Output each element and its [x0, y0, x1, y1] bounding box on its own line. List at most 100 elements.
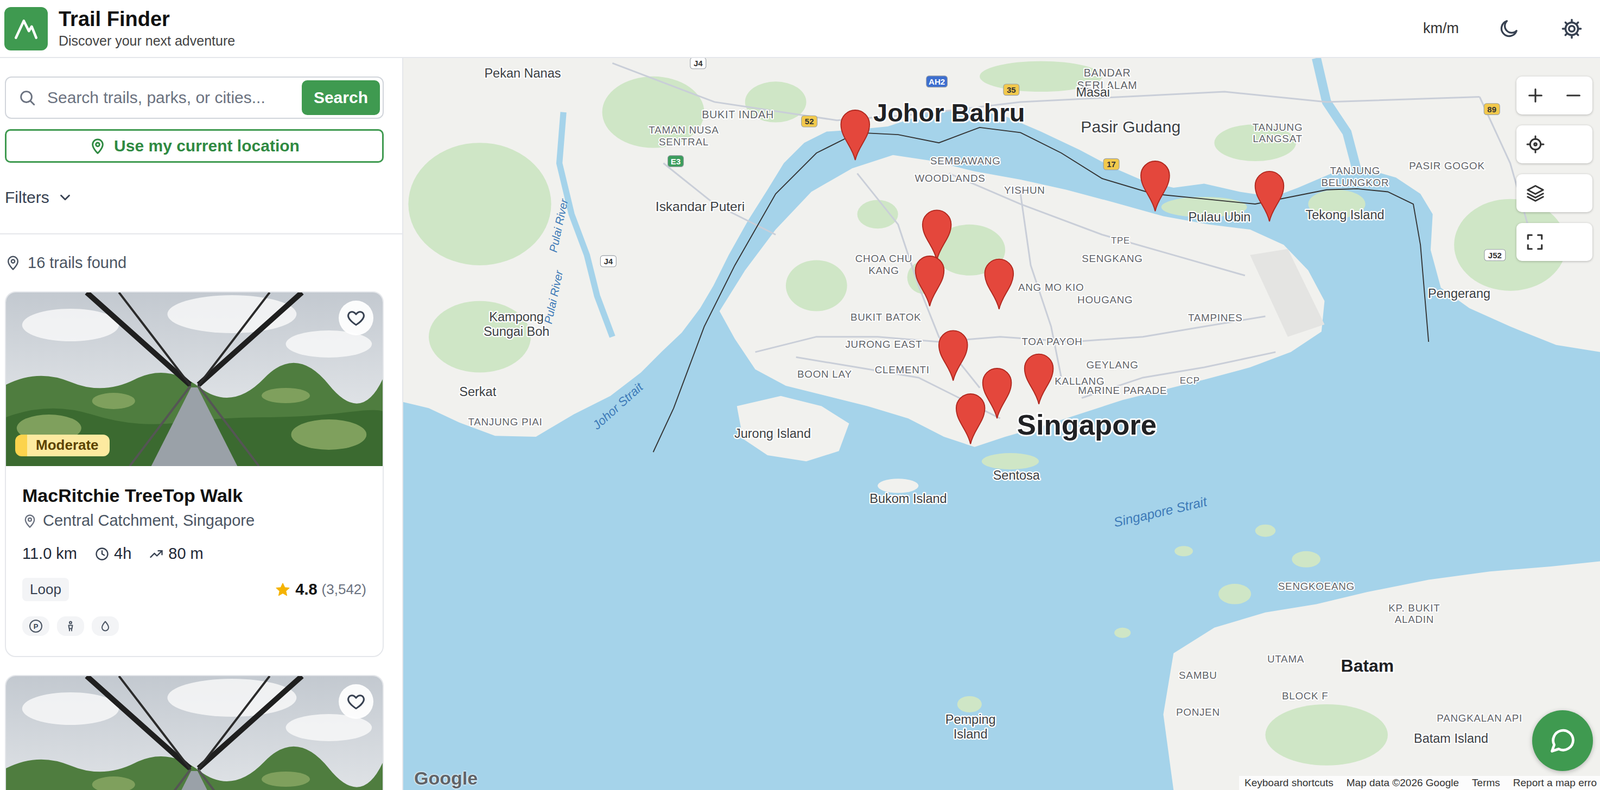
- map-label: YISHUN: [1004, 184, 1046, 196]
- settings-button[interactable]: [1556, 13, 1587, 44]
- map-label-line: Pasir Gudang: [1080, 117, 1181, 136]
- icon-part: [96, 142, 100, 147]
- attribution-link[interactable]: Report a map erro: [1513, 777, 1597, 790]
- map-canvas: AH235J452E3J41789J52Pekan NanasBUKIT IND…: [403, 58, 1600, 790]
- crosshair-icon: [1525, 134, 1546, 155]
- icon-part: [96, 548, 109, 560]
- cloud: [22, 692, 119, 726]
- plus-icon: [1526, 86, 1545, 105]
- map-label: PANGKALAN API: [1436, 712, 1523, 725]
- icon-part: [1552, 730, 1574, 752]
- map-label: Jurong Island: [734, 426, 811, 441]
- cloud: [22, 308, 119, 342]
- attribution-link[interactable]: Keyboard shortcuts: [1244, 777, 1334, 790]
- map-label: TANJUNG PIAI: [467, 416, 543, 428]
- map-label-line: CLEMENTI: [874, 364, 930, 376]
- road-shield-plate: [1483, 103, 1500, 116]
- map-pin[interactable]: [938, 330, 968, 381]
- icon-part: [1501, 20, 1517, 36]
- map-label: Pulai River: [546, 197, 570, 254]
- map-label: Sentosa: [993, 468, 1041, 483]
- map-road: [857, 173, 981, 389]
- layers-button[interactable]: [1516, 174, 1593, 213]
- trail-card[interactable]: ModerateMacRitchie TreeTop WalkCentral C…: [4, 291, 384, 658]
- map-label-line: Masai: [1075, 85, 1110, 100]
- map-pin[interactable]: [1140, 161, 1170, 212]
- trail-duration-value: 4h: [113, 544, 132, 563]
- trail-photo: Moderate: [5, 292, 383, 467]
- map-controls: [1516, 76, 1593, 262]
- map-road: [612, 62, 919, 120]
- map-park: [785, 260, 848, 312]
- map-label: CLEMENTI: [874, 364, 930, 376]
- trail-card[interactable]: [4, 675, 384, 790]
- minus-icon: [1564, 86, 1583, 105]
- location-button-label: Use my current location: [113, 136, 300, 156]
- map-label-line: Pulai River: [546, 197, 570, 254]
- favorite-button[interactable]: [338, 300, 374, 336]
- map-pin[interactable]: [982, 368, 1012, 419]
- app-logo[interactable]: [4, 7, 48, 51]
- search-input[interactable]: [46, 87, 292, 108]
- trail-type-tag: Loop: [22, 578, 69, 602]
- zoom-in-button[interactable]: [1516, 76, 1555, 115]
- map-label-line: Pemping: [945, 712, 996, 727]
- trail-elevation: 80 m: [148, 544, 203, 563]
- search-button[interactable]: Search: [301, 80, 380, 116]
- map-label-line: Island: [953, 727, 988, 742]
- location-button[interactable]: Use my current location: [4, 129, 384, 163]
- parking-icon: P: [29, 619, 43, 633]
- zoom-out-button[interactable]: [1554, 76, 1593, 115]
- map-label-line: SENTRAL: [658, 136, 709, 148]
- fullscreen-button[interactable]: [1516, 223, 1593, 262]
- map-label: PempingIsland: [945, 712, 996, 742]
- map-label-line: Tekong Island: [1305, 207, 1385, 222]
- map-land: [719, 155, 1325, 448]
- map-pin[interactable]: [1255, 171, 1285, 222]
- filters-toggle[interactable]: Filters: [4, 187, 384, 208]
- search-box[interactable]: Search: [4, 76, 384, 119]
- map-label: Pulau Ubin: [1188, 210, 1251, 225]
- map[interactable]: AH235J452E3J41789J52Pekan NanasBUKIT IND…: [403, 58, 1600, 790]
- map-label: ANG MO KIO: [1018, 281, 1084, 294]
- icon-part: [92, 139, 104, 154]
- road-shield-label: J4: [693, 58, 703, 68]
- map-pin[interactable]: [922, 210, 952, 260]
- map-pin[interactable]: [984, 259, 1014, 310]
- road-shield-plate: [1003, 84, 1020, 96]
- app: Trail FinderDiscover your next adventure…: [0, 0, 1600, 790]
- bridge-cables-thin: [118, 676, 270, 770]
- map-land: [1163, 561, 1600, 790]
- trail-card-body: MacRitchie TreeTop WalkCentral Catchment…: [5, 466, 383, 657]
- trail-name: MacRitchie TreeTop Walk: [22, 484, 367, 507]
- map-pin[interactable]: [840, 110, 870, 161]
- attribution-link[interactable]: Map data ©2026 Google: [1346, 777, 1459, 790]
- road-shield: 52: [801, 115, 818, 128]
- moon-icon: [1497, 17, 1520, 40]
- map-pin[interactable]: [956, 394, 986, 444]
- road-shield-plate: [1484, 249, 1506, 262]
- map-label-line: Sentosa: [993, 468, 1041, 483]
- map-river: [1316, 58, 1357, 172]
- recenter-button[interactable]: [1516, 125, 1593, 164]
- map-label: SAMBU: [1178, 669, 1218, 682]
- favorite-button[interactable]: [338, 684, 374, 720]
- map-island: [1255, 524, 1276, 538]
- attribution-link[interactable]: Terms: [1471, 777, 1501, 790]
- icon-part: [348, 695, 365, 709]
- icon-part: [158, 550, 163, 555]
- map-label-line: TANJUNG: [1330, 164, 1381, 177]
- chat-button[interactable]: [1532, 710, 1593, 772]
- road-shield-label: E3: [670, 156, 681, 167]
- map-pin[interactable]: [1024, 354, 1054, 405]
- heart-icon: [346, 691, 366, 712]
- road-shield: E3: [667, 155, 684, 168]
- theme-toggle[interactable]: [1493, 13, 1525, 44]
- icon-part: [1527, 193, 1544, 199]
- units-toggle[interactable]: km/m: [1423, 20, 1459, 37]
- map-pin[interactable]: [915, 256, 945, 307]
- map-label: PASIR GOGOK: [1408, 160, 1485, 172]
- sky: [5, 292, 383, 467]
- foliage: [261, 388, 310, 404]
- road-shield: 17: [1103, 158, 1120, 170]
